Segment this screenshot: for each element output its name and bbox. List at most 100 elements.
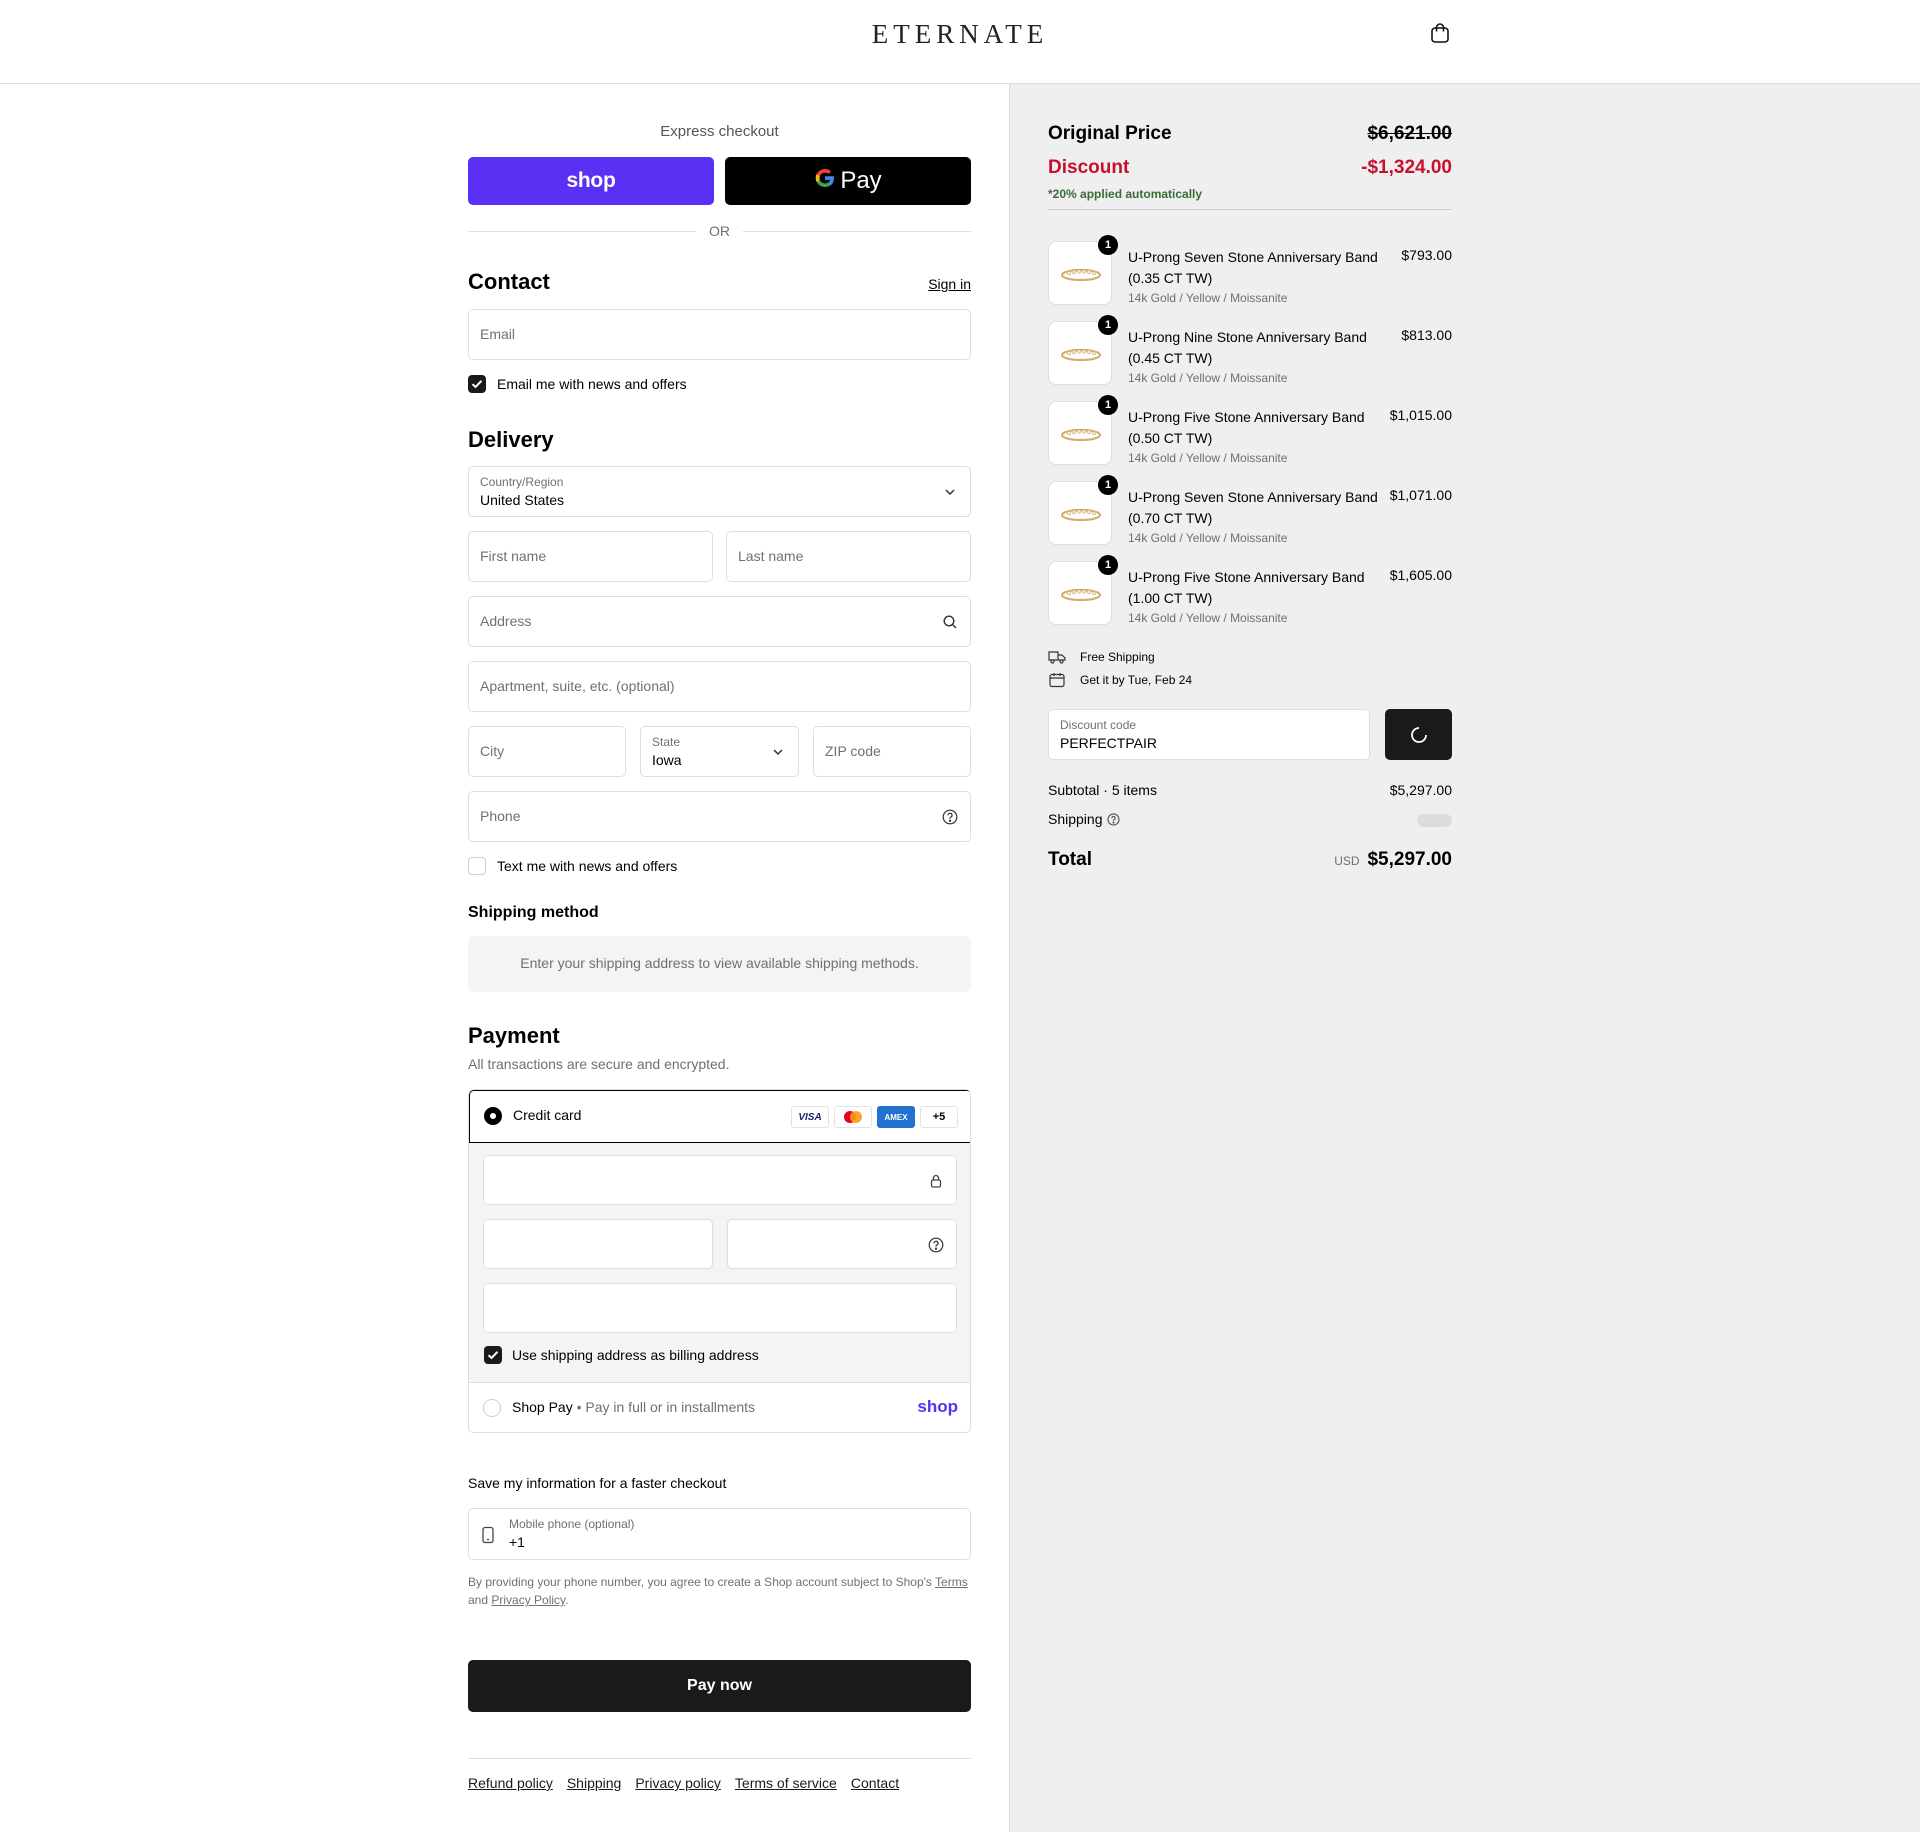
- shopping-bag-icon[interactable]: [1428, 21, 1452, 45]
- phone-field[interactable]: Phone: [468, 791, 971, 842]
- free-shipping-row: Free Shipping: [1048, 649, 1452, 667]
- product-name: U-Prong Seven Stone Anniversary Band (0.…: [1128, 489, 1378, 526]
- search-icon: [942, 614, 958, 630]
- product-variant: 14k Gold / Yellow / Moissanite: [1128, 531, 1288, 545]
- chevron-down-icon: [770, 744, 786, 760]
- product-variant: 14k Gold / Yellow / Moissanite: [1128, 451, 1288, 465]
- discount-note: *20% applied automatically: [1048, 187, 1203, 201]
- apartment-placeholder: Apartment, suite, etc. (optional): [480, 678, 675, 694]
- privacy-policy-link[interactable]: Privacy Policy: [491, 1593, 565, 1607]
- expiry-field[interactable]: [483, 1219, 713, 1269]
- apply-discount-button[interactable]: [1385, 709, 1452, 760]
- refund-policy-link[interactable]: Refund policy: [468, 1775, 553, 1791]
- subtotal-label: Subtotal · 5 items: [1048, 782, 1157, 798]
- quantity-badge: 1: [1098, 315, 1118, 335]
- newsletter-label: Email me with news and offers: [497, 376, 687, 392]
- shop-pay-logo: shop: [566, 169, 616, 192]
- total-amount: USD $5,297.00: [1334, 849, 1452, 871]
- subtotal-row: Subtotal · 5 items $5,297.00: [1048, 782, 1452, 798]
- line-item: 1 U-Prong Five Stone Anniversary Band (1…: [1048, 555, 1452, 631]
- address-placeholder: Address: [480, 613, 532, 629]
- discount-code-label: Discount code: [1060, 718, 1137, 732]
- security-code-field[interactable]: [727, 1219, 957, 1269]
- apartment-field[interactable]: Apartment, suite, etc. (optional): [468, 661, 971, 712]
- contact-link[interactable]: Contact: [851, 1775, 899, 1791]
- original-price-label: Original Price: [1048, 123, 1172, 144]
- discount-code-field[interactable]: Discount code PERFECTPAIR: [1048, 709, 1370, 760]
- product-price: $793.00: [1401, 247, 1452, 263]
- delivery-date-row: Get it by Tue, Feb 24: [1048, 672, 1452, 690]
- shop-pay-sub: Pay in full or in installments: [585, 1399, 756, 1415]
- privacy-policy-link[interactable]: Privacy policy: [635, 1775, 721, 1791]
- shipping-link[interactable]: Shipping: [567, 1775, 622, 1791]
- shipping-label: Shipping: [1048, 811, 1103, 827]
- last-name-placeholder: Last name: [738, 548, 804, 564]
- city-field[interactable]: City: [468, 726, 626, 777]
- chevron-down-icon: [942, 484, 958, 500]
- country-label: Country/Region: [480, 475, 564, 489]
- address-field[interactable]: Address: [468, 596, 971, 647]
- first-name-field[interactable]: First name: [468, 531, 713, 582]
- shop-disclaimer: By providing your phone number, you agre…: [468, 1575, 968, 1607]
- shop-pay-button[interactable]: shop: [468, 157, 714, 205]
- google-pay-button[interactable]: Pay: [725, 157, 971, 205]
- store-logo[interactable]: ETERNATE: [0, 19, 1920, 50]
- zip-field[interactable]: ZIP code: [813, 726, 971, 777]
- product-price: $813.00: [1401, 327, 1452, 343]
- state-label: State: [652, 735, 681, 749]
- help-circle-icon[interactable]: [1107, 813, 1120, 829]
- shop-pay-option[interactable]: Shop Pay • Pay in full or in installment…: [469, 1383, 970, 1432]
- card-number-field[interactable]: [483, 1155, 957, 1205]
- more-cards-badge: +5: [920, 1106, 958, 1128]
- currency-code: USD: [1334, 854, 1360, 868]
- product-name: U-Prong Five Stone Anniversary Band (1.0…: [1128, 569, 1365, 606]
- or-text: OR: [709, 223, 730, 239]
- credit-card-option[interactable]: Credit card VISA AMEX +5: [469, 1090, 970, 1143]
- mastercard-icon: [834, 1106, 872, 1128]
- product-price: $1,071.00: [1389, 487, 1452, 503]
- newsletter-checkbox[interactable]: [468, 375, 486, 393]
- sms-checkbox[interactable]: [468, 857, 486, 875]
- help-circle-icon[interactable]: [942, 809, 958, 825]
- terms-link[interactable]: Terms: [935, 1575, 968, 1589]
- delivery-date-text: Get it by Tue, Feb 24: [1080, 673, 1193, 687]
- sign-in-link[interactable]: Sign in: [928, 276, 971, 292]
- visa-icon: VISA: [791, 1106, 829, 1128]
- total-row: Total USD $5,297.00: [1048, 849, 1452, 873]
- contact-title: Contact: [468, 269, 550, 294]
- discount-value: -$1,324.00: [1361, 157, 1452, 178]
- total-label: Total: [1048, 849, 1092, 870]
- credit-card-form: Use shipping address as billing address: [469, 1143, 970, 1383]
- email-field[interactable]: Email: [468, 309, 971, 360]
- product-name: U-Prong Nine Stone Anniversary Band (0.4…: [1128, 329, 1367, 366]
- delivery-truck-icon: [1048, 649, 1066, 668]
- shipping-value-loading: [1417, 814, 1452, 827]
- name-on-card-field[interactable]: [483, 1283, 957, 1333]
- shop-pay-radio[interactable]: [483, 1399, 501, 1417]
- last-name-field[interactable]: Last name: [726, 531, 971, 582]
- country-select[interactable]: Country/Region United States: [468, 466, 971, 517]
- state-value: Iowa: [652, 752, 682, 768]
- product-variant: 14k Gold / Yellow / Moissanite: [1128, 371, 1288, 385]
- amex-icon: AMEX: [877, 1106, 915, 1128]
- pay-now-button[interactable]: Pay now: [468, 1660, 971, 1712]
- save-info-title: Save my information for a faster checkou…: [468, 1475, 727, 1491]
- payment-methods: Credit card VISA AMEX +5 Use shipping ad…: [468, 1089, 971, 1433]
- terms-of-service-link[interactable]: Terms of service: [735, 1775, 837, 1791]
- line-item: 1 U-Prong Five Stone Anniversary Band (0…: [1048, 395, 1452, 471]
- state-select[interactable]: State Iowa: [640, 726, 799, 777]
- mobile-phone-field[interactable]: Mobile phone (optional) +1: [468, 1508, 971, 1560]
- footer-links: Refund policy Shipping Privacy policy Te…: [468, 1775, 899, 1791]
- google-pay-label: Pay: [840, 167, 882, 194]
- shop-pay-logo: shop: [917, 1397, 958, 1416]
- mobile-phone-icon: [481, 1526, 495, 1547]
- email-placeholder: Email: [480, 326, 516, 342]
- help-circle-icon[interactable]: [928, 1237, 944, 1253]
- discount-code-value: PERFECTPAIR: [1060, 735, 1157, 751]
- credit-card-radio[interactable]: [484, 1107, 502, 1125]
- quantity-badge: 1: [1098, 395, 1118, 415]
- shipping-row: Shipping: [1048, 811, 1452, 829]
- disclaimer-text: By providing your phone number, you agre…: [468, 1575, 932, 1589]
- billing-address-label: Use shipping address as billing address: [512, 1347, 759, 1363]
- billing-address-checkbox[interactable]: [484, 1346, 502, 1364]
